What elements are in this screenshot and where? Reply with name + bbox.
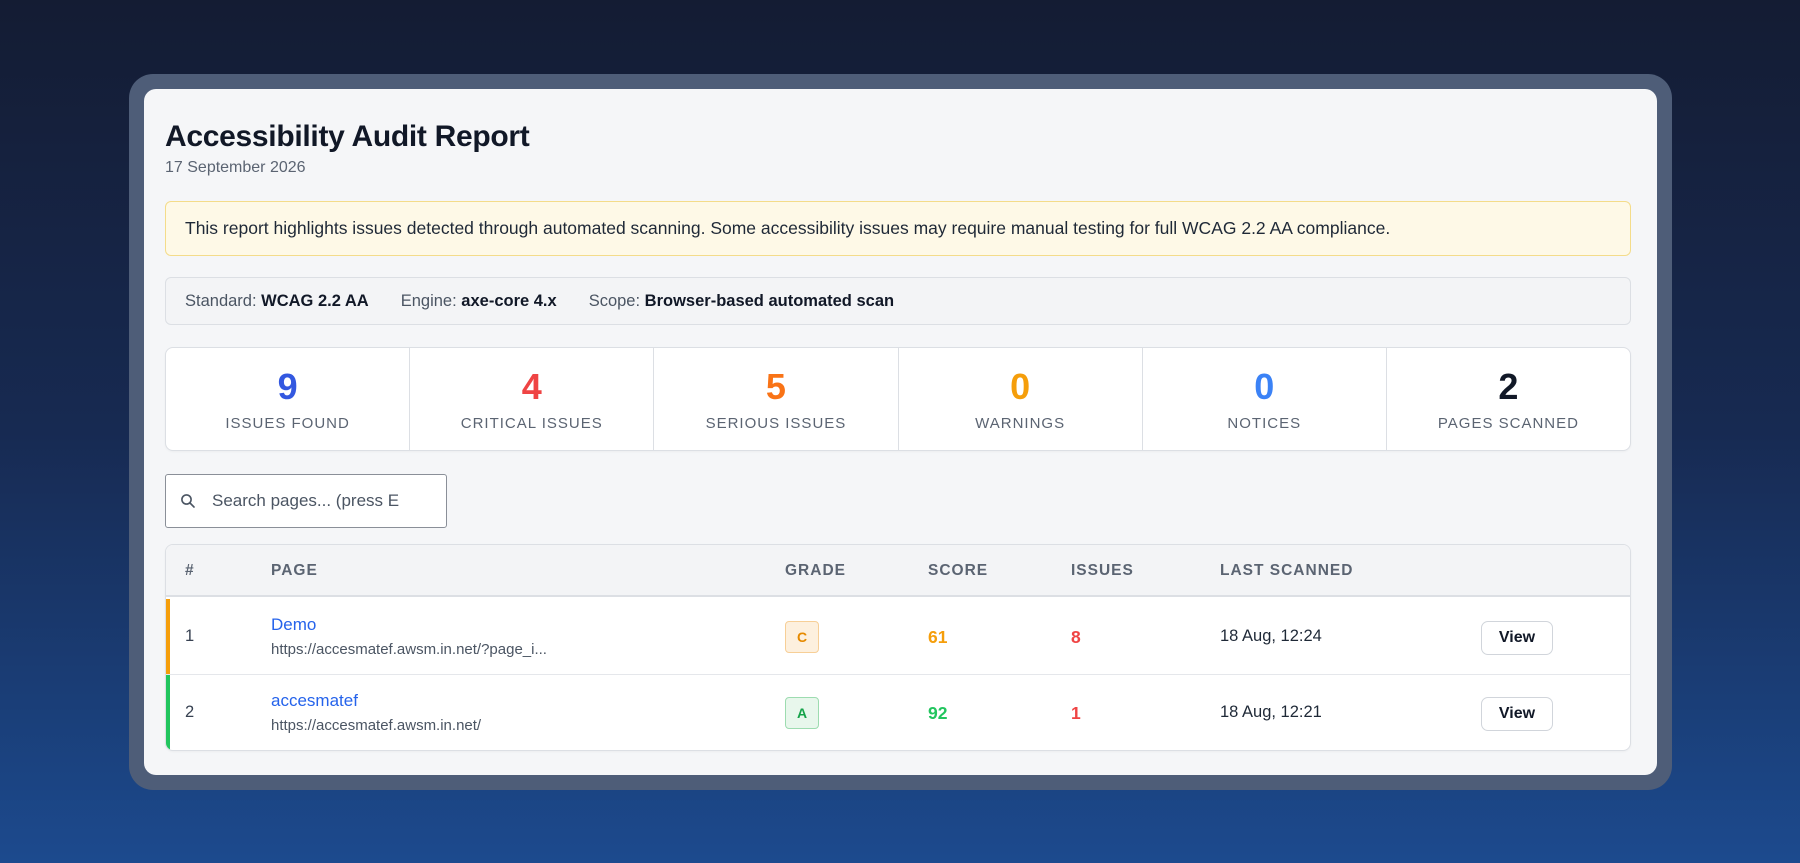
header-grade: GRADE xyxy=(785,562,846,579)
grade-badge: C xyxy=(785,621,819,653)
view-button[interactable]: View xyxy=(1481,621,1553,655)
header-score: SCORE xyxy=(928,562,989,579)
summary-stats: 9 ISSUES FOUND 4 CRITICAL ISSUES 5 SERIO… xyxy=(165,347,1631,451)
stat-label: ISSUES FOUND xyxy=(225,414,350,432)
report-panel: Accessibility Audit Report 17 September … xyxy=(144,89,1657,775)
view-button[interactable]: View xyxy=(1481,697,1553,731)
report-date: 17 September 2026 xyxy=(165,159,306,176)
stat-issues-found: 9 ISSUES FOUND xyxy=(166,348,411,450)
row-status-accent xyxy=(166,599,170,674)
stat-value: 4 xyxy=(521,365,542,407)
stat-label: SERIOUS ISSUES xyxy=(705,414,847,432)
stat-label: NOTICES xyxy=(1227,414,1302,432)
table-row: 1 Demo https://accesmatef.awsm.in.net/?p… xyxy=(166,599,1630,675)
table-header: # PAGE GRADE SCORE ISSUES LAST SCANNED xyxy=(166,545,1630,597)
search-icon xyxy=(181,494,195,508)
meta-standard: Standard: WCAG 2.2 AA xyxy=(185,292,369,311)
stat-value: 5 xyxy=(765,365,786,407)
last-scanned: 18 Aug, 12:24 xyxy=(1220,627,1322,645)
stat-critical-issues: 4 CRITICAL ISSUES xyxy=(410,348,655,450)
header-num: # xyxy=(185,562,195,579)
issues-count: 1 xyxy=(1071,703,1081,723)
stat-value: 0 xyxy=(1254,365,1275,407)
page-url: https://accesmatef.awsm.in.net/ xyxy=(271,717,482,734)
header-page: PAGE xyxy=(271,562,318,579)
row-status-accent xyxy=(166,675,170,750)
search-input[interactable] xyxy=(212,491,422,511)
grade-badge: A xyxy=(785,697,819,729)
info-notice: This report highlights issues detected t… xyxy=(165,201,1631,256)
row-number: 2 xyxy=(185,703,195,721)
stat-label: WARNINGS xyxy=(975,414,1066,432)
last-scanned: 18 Aug, 12:21 xyxy=(1220,703,1322,721)
row-number: 1 xyxy=(185,627,195,645)
stat-value: 9 xyxy=(277,365,298,407)
meta-engine-label: Engine: xyxy=(400,291,457,310)
page-link[interactable]: Demo xyxy=(271,615,316,635)
header-issues: ISSUES xyxy=(1071,562,1134,579)
meta-scope-label: Scope: xyxy=(588,291,641,310)
audit-meta-bar: Standard: WCAG 2.2 AA Engine: axe-core 4… xyxy=(165,277,1631,325)
notice-text: This report highlights issues detected t… xyxy=(185,218,1391,238)
header-last-scanned: LAST SCANNED xyxy=(1220,562,1354,579)
pages-table: # PAGE GRADE SCORE ISSUES LAST SCANNED 1… xyxy=(165,544,1631,751)
stat-value: 2 xyxy=(1498,365,1519,407)
stat-label: CRITICAL ISSUES xyxy=(460,414,603,432)
meta-engine-value: axe-core 4.x xyxy=(461,291,557,310)
meta-scope: Scope: Browser-based automated scan xyxy=(589,292,894,311)
search-box[interactable] xyxy=(165,474,447,528)
meta-engine: Engine: axe-core 4.x xyxy=(401,292,557,311)
issues-count: 8 xyxy=(1071,627,1081,647)
page-link[interactable]: accesmatef xyxy=(271,691,358,711)
stat-notices: 0 NOTICES xyxy=(1143,348,1387,450)
meta-standard-value: WCAG 2.2 AA xyxy=(261,291,369,310)
stat-value: 0 xyxy=(1010,365,1031,407)
stat-warnings: 0 WARNINGS xyxy=(899,348,1143,450)
meta-scope-value: Browser-based automated scan xyxy=(644,291,895,310)
score-value: 92 xyxy=(928,703,948,723)
meta-standard-label: Standard: xyxy=(185,291,257,310)
stat-serious-issues: 5 SERIOUS ISSUES xyxy=(654,348,899,450)
stat-label: PAGES SCANNED xyxy=(1437,414,1579,432)
score-value: 61 xyxy=(928,627,948,647)
page-url: https://accesmatef.awsm.in.net/?page_i..… xyxy=(271,641,547,658)
table-row: 2 accesmatef https://accesmatef.awsm.in.… xyxy=(166,675,1630,750)
page-title: Accessibility Audit Report xyxy=(165,120,530,153)
stat-pages-scanned: 2 PAGES SCANNED xyxy=(1387,348,1630,450)
